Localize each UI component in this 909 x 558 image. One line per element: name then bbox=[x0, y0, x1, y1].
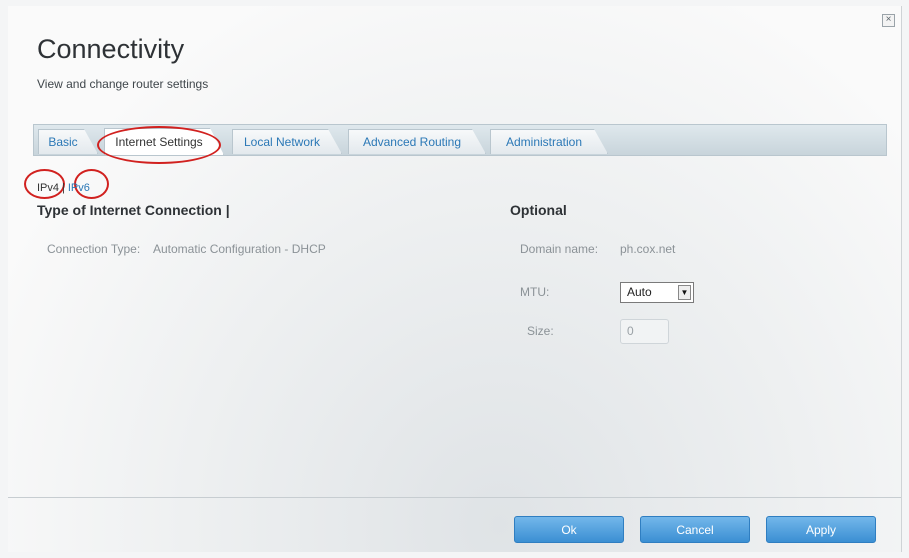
connectivity-dialog: × Connectivity View and change router se… bbox=[8, 6, 902, 552]
close-icon[interactable]: × bbox=[882, 14, 895, 27]
page-title: Connectivity bbox=[37, 34, 185, 64]
domain-name-label: Domain name: bbox=[520, 242, 599, 256]
ip-separator: | bbox=[62, 182, 65, 194]
tab-administration[interactable]: Administration bbox=[490, 129, 608, 154]
tab-basic[interactable]: Basic bbox=[38, 129, 98, 154]
size-input[interactable]: 0 bbox=[620, 319, 669, 344]
ok-button[interactable]: Ok bbox=[514, 516, 624, 543]
connection-type-label: Connection Type: bbox=[47, 242, 141, 256]
ip-version-toggle: IPv4 | IPv6 bbox=[37, 182, 90, 194]
mtu-label: MTU: bbox=[520, 285, 550, 299]
connection-type-heading: Type of Internet Connection | bbox=[37, 202, 230, 218]
domain-name-value: ph.cox.net bbox=[620, 242, 676, 256]
page-subtitle: View and change router settings bbox=[37, 77, 209, 91]
tab-advanced-routing[interactable]: Advanced Routing bbox=[348, 129, 486, 154]
apply-button[interactable]: Apply bbox=[766, 516, 876, 543]
tab-local-network[interactable]: Local Network bbox=[232, 129, 342, 154]
mtu-selected-value: Auto bbox=[627, 285, 652, 299]
size-label: Size: bbox=[527, 324, 554, 338]
ipv6-link[interactable]: IPv6 bbox=[68, 182, 90, 194]
ipv4-link[interactable]: IPv4 bbox=[37, 182, 59, 194]
cancel-button[interactable]: Cancel bbox=[640, 516, 750, 543]
mtu-select[interactable]: Auto ▼ bbox=[620, 282, 694, 303]
chevron-down-icon[interactable]: ▼ bbox=[678, 285, 691, 300]
optional-heading: Optional bbox=[510, 202, 567, 218]
connection-type-value: Automatic Configuration - DHCP bbox=[153, 242, 326, 256]
annotation-oval-internet-settings bbox=[97, 126, 221, 164]
footer-divider bbox=[8, 497, 901, 498]
